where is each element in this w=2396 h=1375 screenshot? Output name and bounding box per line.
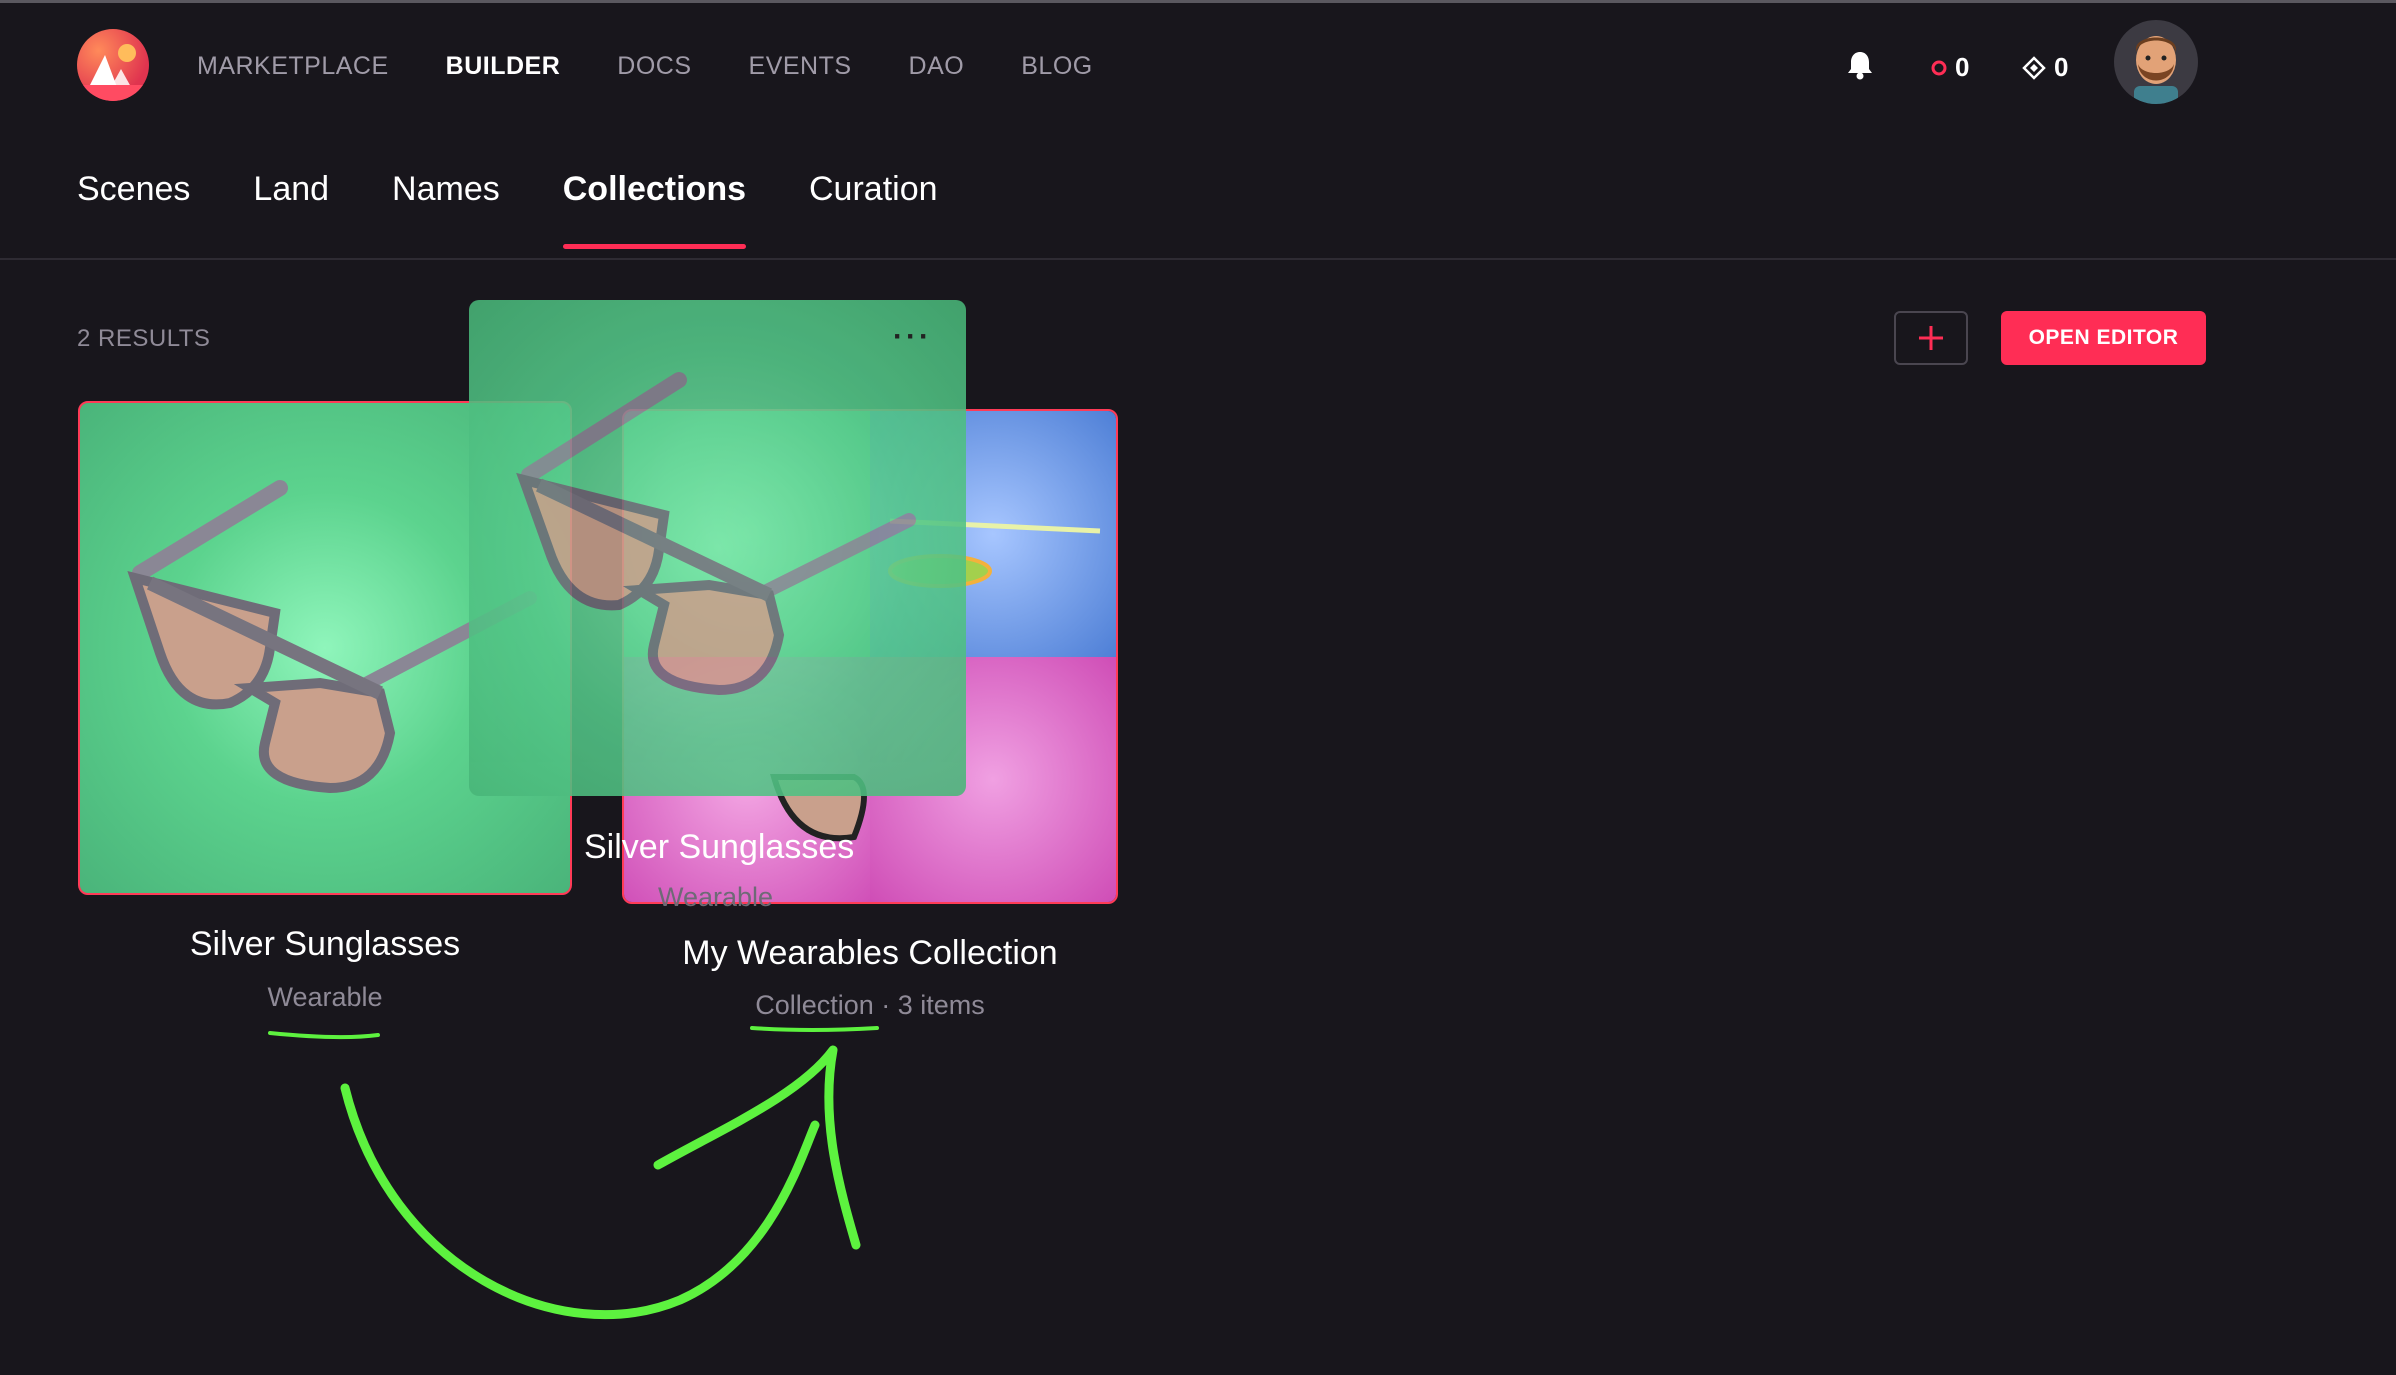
nav-docs[interactable]: DOCS: [617, 52, 691, 81]
window-top-border: [0, 0, 2396, 3]
collection-count: · 3 items: [873, 990, 985, 1020]
dcl-balance[interactable]: 0: [2022, 52, 2068, 83]
collection-type: Collection: [755, 990, 874, 1020]
open-editor-button[interactable]: OPEN EDITOR: [2001, 311, 2206, 365]
nav-events[interactable]: EVENTS: [749, 52, 852, 81]
card-title: Silver Sunglasses: [189, 925, 461, 963]
diamond-icon: [2022, 55, 2046, 80]
tab-curation[interactable]: Curation: [809, 170, 938, 249]
tab-land[interactable]: Land: [253, 170, 329, 249]
nav-dao[interactable]: DAO: [909, 52, 965, 81]
mana-balance[interactable]: 0: [1931, 52, 1969, 83]
ghost-title: Silver Sunglasses: [584, 828, 855, 866]
nav-marketplace[interactable]: MARKETPLACE: [197, 52, 389, 81]
card-subtitle: Wearable: [267, 982, 383, 1012]
ghost-more-options[interactable]: ···: [893, 320, 932, 354]
sunglasses-thumbnail: [516, 372, 916, 696]
card-subtitle: Collection · 3 items: [622, 990, 1118, 1021]
decentraland-logo[interactable]: [77, 29, 149, 101]
bell-icon[interactable]: [1846, 50, 1874, 85]
tabs-divider: [0, 258, 2396, 260]
tab-scenes[interactable]: Scenes: [77, 170, 190, 249]
mana-balance-value: 0: [1955, 52, 1970, 82]
mana-icon: [1931, 60, 1947, 75]
avatar[interactable]: [2114, 20, 2198, 104]
nav-blog[interactable]: BLOG: [1021, 52, 1092, 81]
top-nav: MARKETPLACE BUILDER DOCS EVENTS DAO BLOG: [197, 52, 1093, 81]
nav-builder[interactable]: BUILDER: [446, 52, 561, 81]
add-button[interactable]: [1894, 311, 1968, 365]
tab-names[interactable]: Names: [392, 170, 500, 249]
tab-collections[interactable]: Collections: [562, 170, 747, 249]
card-title: My Wearables Collection: [682, 934, 1058, 972]
results-count: 2 RESULTS: [77, 325, 211, 352]
plus-icon: [1919, 326, 1943, 350]
section-tabs: Scenes Land Names Collections Curation: [77, 170, 938, 249]
dcl-balance-value: 0: [2054, 52, 2069, 82]
ghost-subtitle: Wearable: [658, 882, 774, 912]
drag-ghost-card[interactable]: [469, 300, 966, 796]
